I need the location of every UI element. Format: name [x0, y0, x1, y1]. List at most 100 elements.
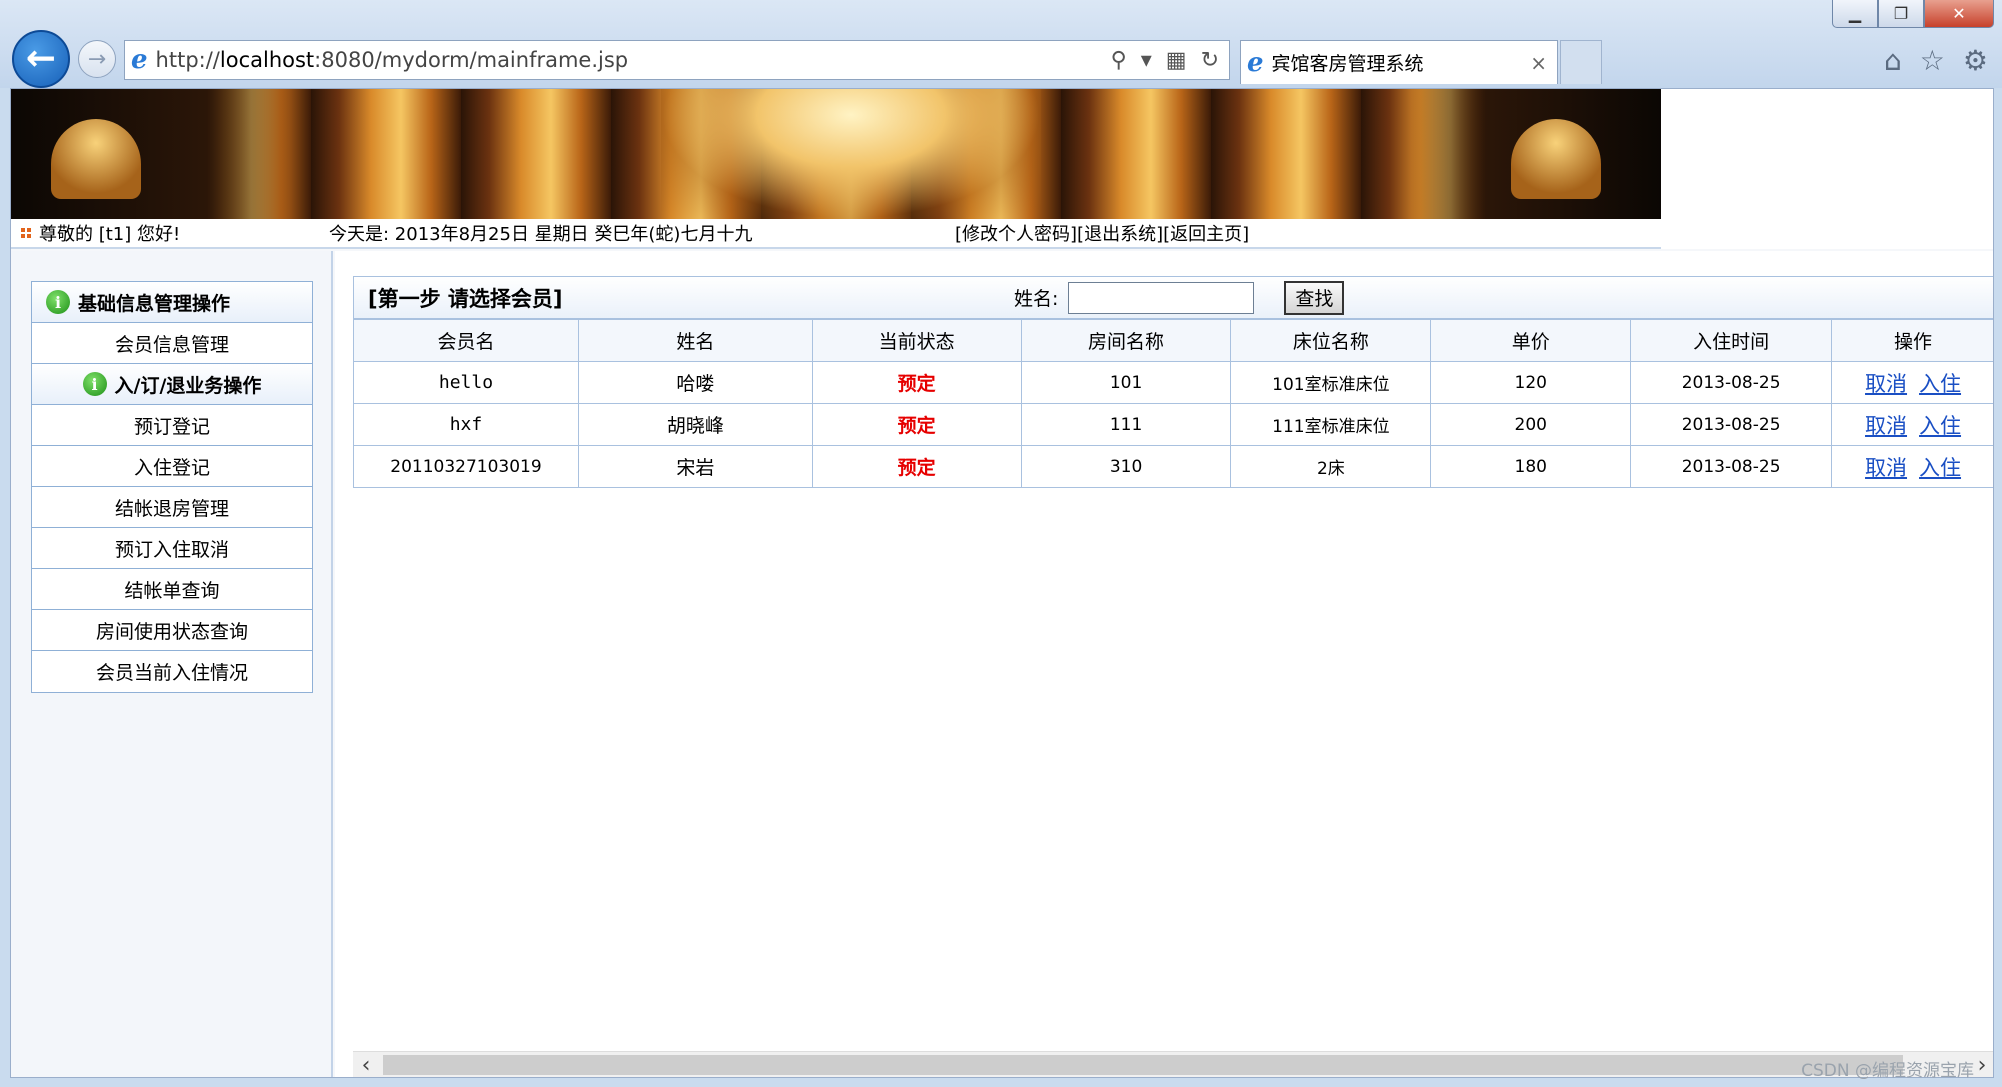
name-search-input[interactable] — [1068, 281, 1255, 314]
menu-header-checkin: i 入/订/退业务操作 — [32, 364, 312, 405]
search-button[interactable]: 查找 — [1284, 280, 1345, 315]
col-header-member: 会员名 — [353, 319, 579, 362]
scroll-left-icon[interactable]: ‹ — [353, 1052, 379, 1078]
address-bar[interactable]: e http://localhost:8080/mydorm/mainframe… — [124, 40, 1230, 80]
col-header-room: 房间名称 — [1020, 319, 1232, 362]
cell-room: 101 — [1020, 361, 1232, 404]
compat-view-icon[interactable]: ▦ — [1166, 48, 1187, 73]
menu-item-bill-query[interactable]: 结帐单查询 — [32, 569, 312, 610]
maximize-button[interactable]: ❐ — [1878, 0, 1924, 28]
step-bar: [第一步 请选择会员] 姓名: 查找 — [353, 276, 1993, 319]
cell-member: 20110327103019 — [353, 445, 579, 488]
refresh-icon[interactable]: ↻ — [1201, 48, 1219, 73]
search-icon[interactable]: ⚲ — [1111, 48, 1127, 73]
checkin-link[interactable]: 入住 — [1919, 456, 1961, 480]
dropdown-icon[interactable]: ▾ — [1141, 48, 1152, 73]
cell-name: 宋岩 — [577, 445, 813, 488]
col-header-status: 当前状态 — [811, 319, 1022, 362]
cell-bed: 111室标准床位 — [1230, 403, 1432, 446]
info-bar: 尊敬的 [t1] 您好! 今天是: 2013年8月25日 星期日 癸巳年(蛇)七… — [11, 219, 1661, 249]
favorites-star-icon[interactable]: ☆ — [1920, 44, 1945, 77]
cell-actions: 取消 入住 — [1831, 445, 1993, 488]
col-header-name: 姓名 — [577, 319, 813, 362]
window-controls: ▁ ❐ ✕ — [1832, 0, 1994, 28]
cell-date: 2013-08-25 — [1630, 403, 1833, 446]
cell-room: 310 — [1020, 445, 1232, 488]
cell-name: 哈喽 — [577, 361, 813, 404]
table-row: 20110327103019 宋岩 预定 310 2床 180 2013-08-… — [353, 445, 1993, 488]
close-window-button[interactable]: ✕ — [1924, 0, 1994, 28]
hotel-banner-image — [11, 89, 1661, 219]
table-header-row: 会员名 姓名 当前状态 房间名称 床位名称 单价 入住时间 操作 — [353, 319, 1993, 362]
cell-member: hxf — [353, 403, 579, 446]
side-menu: i 基础信息管理操作 会员信息管理 i 入/订/退业务操作 预订登记 入住登记 … — [31, 281, 313, 693]
info-icon: i — [46, 290, 70, 314]
address-tools: ⚲ ▾ ▦ ↻ — [1111, 48, 1219, 73]
browser-right-tools: ⌂ ☆ ⚙ — [1884, 44, 1988, 77]
table-row: hxf 胡晓峰 预定 111 111室标准床位 200 2013-08-25 取… — [353, 403, 1993, 446]
cell-status: 预定 — [811, 445, 1022, 488]
menu-item-checkin[interactable]: 入住登记 — [32, 446, 312, 487]
cell-bed: 2床 — [1230, 445, 1432, 488]
url-host: localhost — [219, 48, 315, 72]
logout-link[interactable]: [退出系统] — [1077, 220, 1163, 246]
cell-status: 预定 — [811, 361, 1022, 404]
cell-actions: 取消 入住 — [1831, 403, 1993, 446]
cell-actions: 取消 入住 — [1831, 361, 1993, 404]
home-link[interactable]: [返回主页] — [1163, 220, 1249, 246]
change-password-link[interactable]: [修改个人密码] — [955, 220, 1077, 246]
forward-button[interactable]: → — [78, 40, 116, 78]
menu-item-room-status[interactable]: 房间使用状态查询 — [32, 610, 312, 651]
greeting-text: 尊敬的 [t1] 您好! — [39, 224, 181, 245]
menu-header-basic-label: 基础信息管理操作 — [78, 292, 231, 315]
menu-item-cancel-booking[interactable]: 预订入住取消 — [32, 528, 312, 569]
col-header-bed: 床位名称 — [1230, 319, 1432, 362]
cell-price: 180 — [1430, 445, 1632, 488]
url-text[interactable]: http://localhost:8080/mydorm/mainframe.j… — [156, 48, 1111, 72]
menu-item-reservation[interactable]: 预订登记 — [32, 405, 312, 446]
page-viewport: 尊敬的 [t1] 您好! 今天是: 2013年8月25日 星期日 癸巳年(蛇)七… — [10, 88, 1994, 1078]
menu-header-basic: i 基础信息管理操作 — [32, 282, 312, 323]
col-header-action: 操作 — [1831, 319, 1993, 362]
banner-filler — [1661, 89, 1993, 249]
cancel-link[interactable]: 取消 — [1865, 456, 1907, 480]
ie-icon: e — [131, 45, 148, 75]
left-panel: i 基础信息管理操作 会员信息管理 i 入/订/退业务操作 预订登记 入住登记 … — [11, 251, 333, 1077]
main-content: [第一步 请选择会员] 姓名: 查找 会员名 姓名 当前状态 房间名称 床位名称… — [335, 251, 1993, 1078]
cell-date: 2013-08-25 — [1630, 361, 1833, 404]
menu-item-checkout[interactable]: 结帐退房管理 — [32, 487, 312, 528]
col-header-date: 入住时间 — [1630, 319, 1833, 362]
cell-member: hello — [353, 361, 579, 404]
horizontal-scrollbar[interactable]: ‹ › — [353, 1051, 1993, 1078]
banner-vase-left — [51, 119, 141, 199]
tab-close-icon[interactable]: × — [1530, 51, 1547, 75]
url-prefix: http:// — [155, 48, 220, 72]
scrollbar-thumb[interactable] — [383, 1055, 1903, 1075]
checkin-link[interactable]: 入住 — [1919, 372, 1961, 396]
cell-price: 120 — [1430, 361, 1632, 404]
back-button[interactable]: ← — [12, 30, 70, 88]
menu-item-member-info[interactable]: 会员信息管理 — [32, 323, 312, 364]
cell-room: 111 — [1020, 403, 1232, 446]
home-icon[interactable]: ⌂ — [1884, 44, 1902, 77]
minimize-button[interactable]: ▁ — [1832, 0, 1878, 28]
watermark: CSDN @编程资源宝库 — [1801, 1061, 1974, 1081]
today-date-text: 今天是: 2013年8月25日 星期日 癸巳年(蛇)七月十九 — [329, 224, 753, 245]
menu-item-member-stays[interactable]: 会员当前入住情况 — [32, 651, 312, 692]
cell-price: 200 — [1430, 403, 1632, 446]
menu-header-checkin-label: 入/订/退业务操作 — [114, 374, 262, 397]
banner-vase-right — [1511, 119, 1601, 199]
browser-tab[interactable]: e 宾馆客房管理系统 × — [1240, 40, 1558, 84]
new-tab-button[interactable] — [1560, 40, 1602, 84]
gear-icon[interactable]: ⚙ — [1963, 44, 1988, 77]
cell-date: 2013-08-25 — [1630, 445, 1833, 488]
cancel-link[interactable]: 取消 — [1865, 414, 1907, 438]
table-row: hello 哈喽 预定 101 101室标准床位 120 2013-08-25 … — [353, 361, 1993, 404]
cancel-link[interactable]: 取消 — [1865, 372, 1907, 396]
checkin-link[interactable]: 入住 — [1919, 414, 1961, 438]
banner-chandelier — [661, 89, 1041, 219]
cell-bed: 101室标准床位 — [1230, 361, 1432, 404]
url-path: :8080/mydorm/mainframe.jsp — [314, 48, 629, 72]
member-table: 会员名 姓名 当前状态 房间名称 床位名称 单价 入住时间 操作 hello 哈… — [353, 319, 1993, 488]
tab-ie-icon: e — [1247, 47, 1264, 78]
